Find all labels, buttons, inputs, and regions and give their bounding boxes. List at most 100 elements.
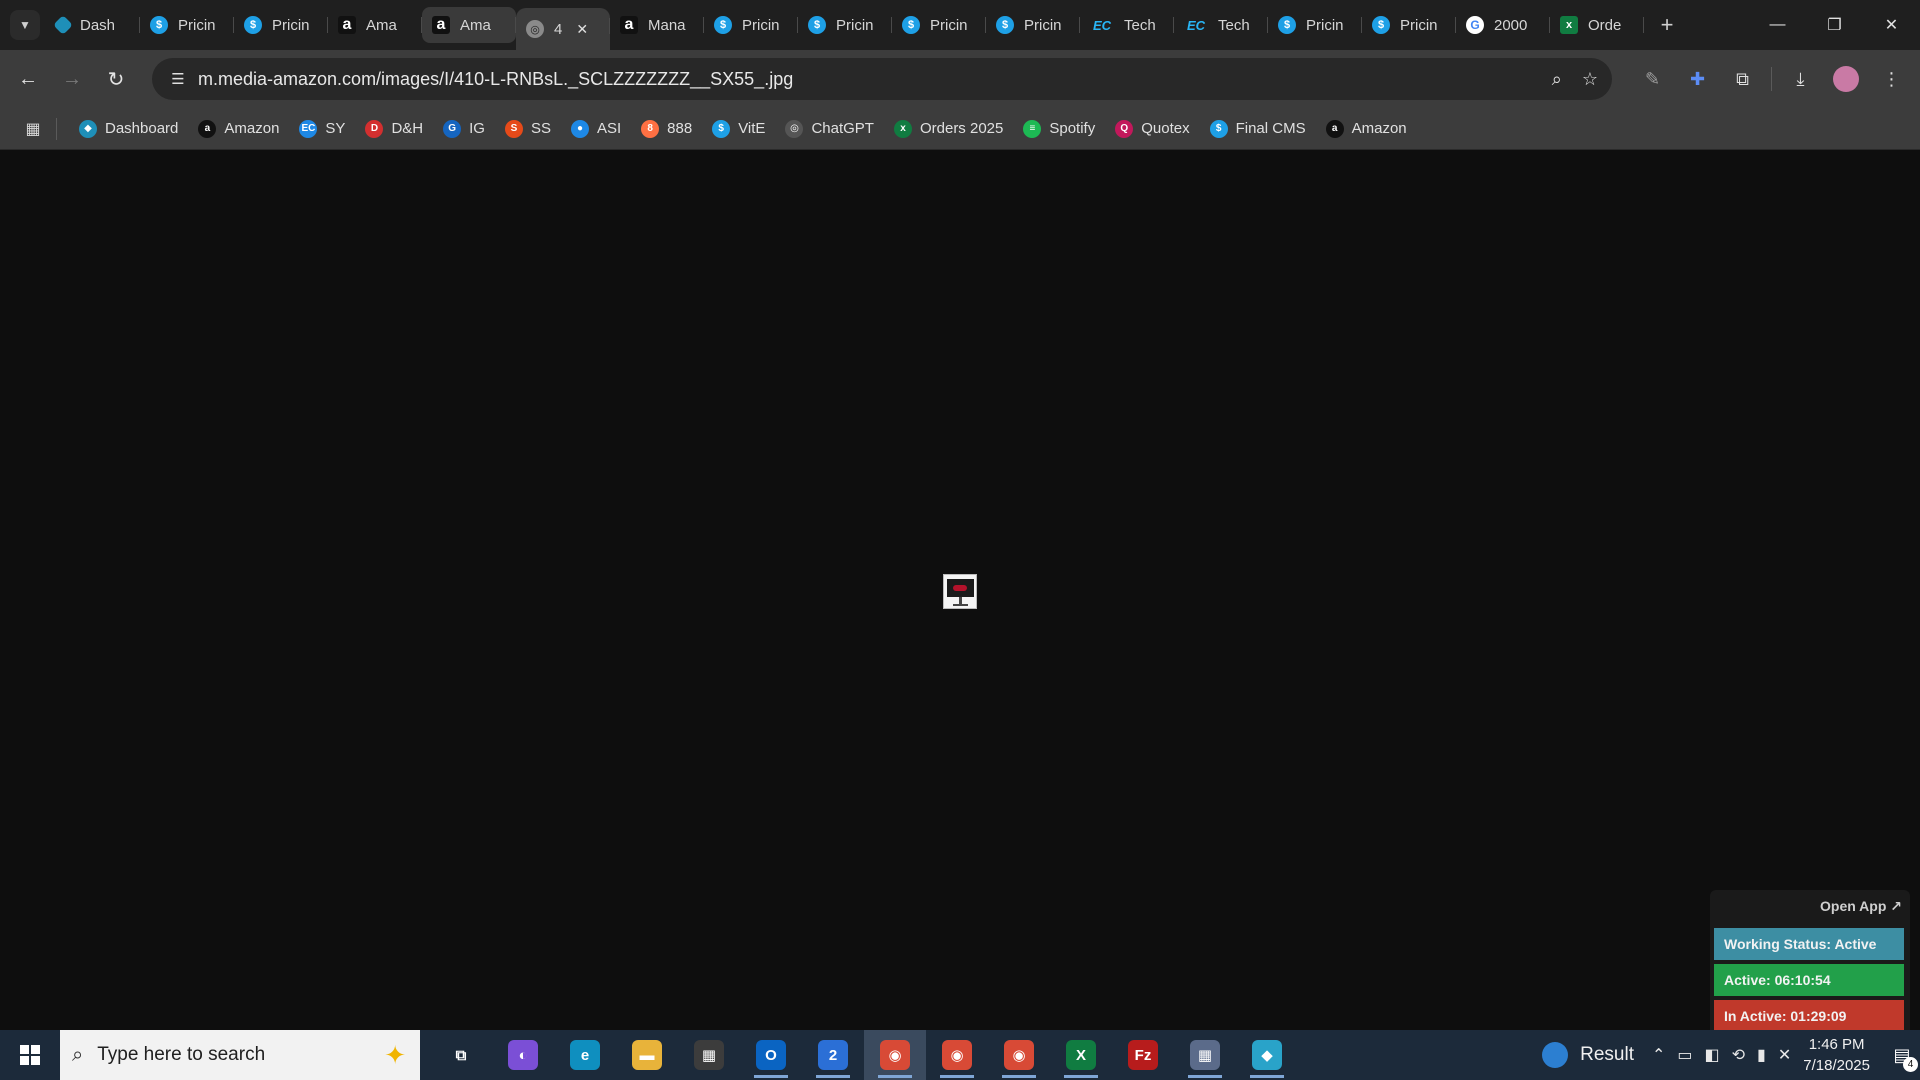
calculator-icon: ▦ — [1190, 1040, 1220, 1070]
zoom-icon[interactable]: ⌕ — [1552, 69, 1562, 90]
monitor-icon[interactable]: ▭ — [1677, 1045, 1692, 1065]
restore-button[interactable]: ❐ — [1806, 0, 1863, 50]
forward-button[interactable]: → — [50, 57, 94, 101]
tab[interactable]: $ Pricin — [140, 7, 234, 43]
tab[interactable]: $ Pricin — [892, 7, 986, 43]
tab[interactable]: $ Pricin — [1362, 7, 1456, 43]
arrow-left-icon: ← — [18, 67, 38, 90]
taskbar-app-button[interactable]: ◉ — [926, 1030, 988, 1080]
bookmark-favicon-icon: $ — [712, 119, 731, 138]
tab-label: Pricin — [836, 16, 874, 34]
battery-icon[interactable]: ▮ — [1757, 1045, 1766, 1065]
taskbar-app-button[interactable]: X — [1050, 1030, 1112, 1080]
tab[interactable]: $ Pricin — [234, 7, 328, 43]
notification-button[interactable]: ▤ 4 — [1884, 1030, 1920, 1080]
bookmark-item[interactable]: ≡ Spotify — [1013, 114, 1105, 144]
taskbar-app-button[interactable]: ⧉ — [430, 1030, 492, 1080]
tab-label: Tech — [1124, 16, 1156, 34]
taskbar-app-button[interactable]: Fz — [1112, 1030, 1174, 1080]
taskbar-app-button[interactable]: 2 — [802, 1030, 864, 1080]
bookmark-item[interactable]: ● ASI — [561, 114, 631, 144]
bookmark-item[interactable]: $ VitE — [702, 114, 775, 144]
camera-icon[interactable]: ◧ — [1705, 1045, 1720, 1065]
back-button[interactable]: ← — [6, 57, 50, 101]
tab[interactable]: a Ama — [422, 7, 516, 43]
bookmark-label: IG — [469, 120, 485, 137]
site-info-icon[interactable]: ☰ — [158, 70, 198, 88]
tab[interactable]: $ Pricin — [1268, 7, 1362, 43]
volume-muted-icon[interactable]: ✕ — [1778, 1045, 1791, 1065]
tab[interactable]: EC Tech — [1080, 7, 1174, 43]
bookmark-item[interactable]: $ Final CMS — [1200, 114, 1316, 144]
new-tab-button[interactable]: + — [1652, 10, 1682, 40]
bookmark-favicon-icon: Q — [1115, 119, 1134, 138]
extension-puzzle-blue-icon[interactable]: ✚ — [1675, 57, 1720, 101]
bookmark-item[interactable]: x Orders 2025 — [884, 114, 1013, 144]
tab[interactable]: EC Tech — [1174, 7, 1268, 43]
bookmark-label: Final CMS — [1235, 120, 1306, 137]
active-time-badge: Active: 06:10:54 — [1714, 964, 1904, 996]
open-app-link[interactable]: Open App ↗ — [1820, 898, 1902, 915]
file-explorer-icon: ▬ — [632, 1040, 662, 1070]
extension-feather-icon[interactable]: ✎ — [1630, 57, 1675, 101]
tab[interactable]: G 2000 — [1456, 7, 1550, 43]
chrome-icon: ◉ — [1004, 1040, 1034, 1070]
bookmark-favicon-icon: a — [1325, 119, 1344, 138]
bookmark-star-icon[interactable]: ☆ — [1582, 69, 1598, 90]
tab[interactable]: Dash — [46, 7, 140, 43]
reload-button[interactable]: ↻ — [94, 57, 138, 101]
taskbar-app-button[interactable]: ▦ — [1174, 1030, 1236, 1080]
bookmark-item[interactable]: 8 888 — [631, 114, 702, 144]
close-tab-icon[interactable]: ✕ — [576, 21, 588, 38]
taskbar-app-button[interactable]: ◉ — [864, 1030, 926, 1080]
bookmark-item[interactable]: ◎ ChatGPT — [775, 114, 884, 144]
taskbar-app-button[interactable]: ▬ — [616, 1030, 678, 1080]
clock[interactable]: 1:46 PM 7/18/2025 — [1803, 1034, 1870, 1076]
tab-search-button[interactable]: ▼ — [10, 10, 40, 40]
bookmark-item[interactable]: ◆ Dashboard — [69, 114, 188, 144]
bookmark-item[interactable]: EC SY — [289, 114, 355, 144]
address-bar[interactable]: ☰ m.media-amazon.com/images/I/410-L-RNBs… — [152, 58, 1612, 100]
taskbar-search[interactable]: ⌕ Type here to search ✦ — [60, 1030, 420, 1080]
taskbar-app-button[interactable]: ◐ — [492, 1030, 554, 1080]
bookmark-item[interactable]: S SS — [495, 114, 561, 144]
tab[interactable]: x Orde — [1550, 7, 1644, 43]
filezilla-icon: Fz — [1128, 1040, 1158, 1070]
tab[interactable]: a Mana — [610, 7, 704, 43]
download-icon[interactable]: ⤓ — [1778, 57, 1823, 101]
taskbar-app-button[interactable]: ▦ — [678, 1030, 740, 1080]
close-window-button[interactable]: ✕ — [1863, 0, 1920, 50]
address-text[interactable]: m.media-amazon.com/images/I/410-L-RNBsL.… — [198, 69, 793, 90]
apps-grid-icon[interactable]: ▦ — [10, 119, 56, 139]
tab-active[interactable]: ◎ 4 ✕ — [516, 8, 610, 50]
extensions-icon[interactable]: ⧉ — [1720, 57, 1765, 101]
taskbar-app-button[interactable]: e — [554, 1030, 616, 1080]
tab-label: Pricin — [1306, 16, 1344, 34]
tab[interactable]: $ Pricin — [798, 7, 892, 43]
profile-avatar[interactable] — [1833, 66, 1859, 92]
menu-icon[interactable]: ⋮ — [1869, 57, 1914, 101]
tab[interactable]: $ Pricin — [704, 7, 798, 43]
mail-icon: 2 — [818, 1040, 848, 1070]
bookmark-item[interactable]: a Amazon — [188, 114, 289, 144]
bookmark-item[interactable]: D D&H — [355, 114, 433, 144]
bookmark-item[interactable]: G IG — [433, 114, 495, 144]
dashboard-icon — [53, 15, 73, 35]
taskbar-app-button[interactable]: ◉ — [988, 1030, 1050, 1080]
excel-icon: X — [1066, 1040, 1096, 1070]
time-tracker-widget: Open App ↗ Working Status: Active Active… — [1710, 890, 1910, 1032]
tab-label: Pricin — [272, 16, 310, 34]
start-button[interactable] — [0, 1030, 60, 1080]
bookmark-item[interactable]: Q Quotex — [1105, 114, 1199, 144]
minimize-button[interactable]: — — [1749, 0, 1806, 50]
bookmark-item[interactable]: a Amazon — [1316, 114, 1417, 144]
sync-icon[interactable]: ⟲ — [1732, 1045, 1745, 1065]
sparkle-icon[interactable]: ✦ — [384, 1040, 406, 1071]
taskbar-app-button[interactable]: O — [740, 1030, 802, 1080]
weather-widget[interactable]: Result — [1542, 1042, 1634, 1068]
taskbar-app-button[interactable]: ◆ — [1236, 1030, 1298, 1080]
chevron-up-icon[interactable]: ⌃ — [1652, 1045, 1665, 1065]
tab[interactable]: $ Pricin — [986, 7, 1080, 43]
tab[interactable]: a Ama — [328, 7, 422, 43]
bookmark-label: Quotex — [1141, 120, 1190, 137]
